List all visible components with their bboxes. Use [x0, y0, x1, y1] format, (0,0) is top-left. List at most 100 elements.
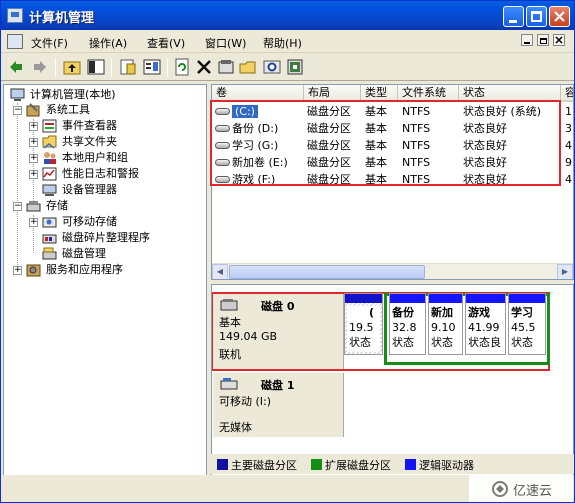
disk1-label[interactable]: 磁盘 1 可移动 (I:) 无媒体 [213, 373, 344, 437]
column-header-capacity[interactable]: 容 [561, 85, 573, 102]
partition-status: 状态 [392, 336, 414, 349]
tree-label-system-tools: 系统工具 [46, 103, 90, 116]
disk-icon [220, 299, 238, 311]
performance-icon [42, 167, 57, 181]
partition-title: 学习 [511, 306, 533, 319]
close-icon [554, 11, 565, 22]
partition-status: 状态 [511, 336, 533, 349]
partition-games[interactable]: 游戏 41.99 状态良 [465, 293, 506, 355]
mdi-minimize-button[interactable] [521, 34, 533, 46]
expand-icon[interactable]: + [13, 266, 22, 275]
volume-highlight-frame [210, 100, 561, 186]
disk-properties-icon[interactable] [217, 58, 235, 76]
search-icon[interactable] [263, 58, 281, 76]
properties-icon[interactable] [119, 58, 137, 76]
tree-node-shared-folders[interactable]: 共享文件夹 [40, 134, 205, 150]
refresh-icon[interactable] [173, 58, 191, 76]
menu-file[interactable]: 文件(F) [31, 35, 68, 51]
watermark-text: 亿速云 [513, 484, 553, 499]
collapse-icon[interactable]: − [13, 202, 22, 211]
tree-node-defrag[interactable]: 磁盘碎片整理程序 [40, 230, 205, 246]
legend-primary-label: 主要磁盘分区 [231, 459, 297, 472]
tree-node-event-viewer[interactable]: 事件查看器 [40, 118, 205, 134]
delete-icon[interactable] [195, 58, 213, 76]
expand-icon[interactable]: + [29, 170, 38, 179]
disk0-type: 基本 [219, 316, 241, 329]
mdi-close-button[interactable] [553, 34, 565, 46]
export-list-icon[interactable] [143, 58, 161, 76]
tree-label-services: 服务和应用程序 [46, 263, 123, 276]
volume-capacity: 4 [565, 139, 572, 152]
mdi-restore-button[interactable] [537, 34, 549, 46]
menu-action[interactable]: 操作(A) [89, 35, 127, 51]
mdi-close-icon [555, 36, 563, 44]
partition-new-volume[interactable]: 新加 9.10 状态 [428, 293, 463, 355]
computer-management-window: 计算机管理 文件(F) 操作(A) 查看(V) 窗口(W) 帮助(H) 计算机管… [0, 0, 575, 503]
horizontal-scrollbar[interactable]: ◀ ▶ [212, 263, 573, 279]
scroll-thumb[interactable] [229, 265, 425, 279]
volume-capacity: 3 [565, 122, 572, 135]
legend-logical-label: 逻辑驱动器 [419, 459, 474, 472]
tree-node-device-manager[interactable]: 设备管理器 [40, 182, 205, 198]
maximize-button[interactable] [526, 6, 547, 27]
tree-node-root[interactable]: 计算机管理(本地) [8, 87, 206, 103]
tree-node-system-tools[interactable]: 系统工具 [24, 102, 204, 118]
partition-backup[interactable]: 备份 32.8 状态 [389, 293, 426, 355]
back-arrow-icon[interactable] [7, 58, 25, 76]
partition-study[interactable]: 学习 45.5 状态 [508, 293, 546, 355]
disk1-type: 可移动 (I:) [219, 395, 272, 408]
watermark-logo-icon [492, 481, 508, 497]
tree-label-event-viewer: 事件查看器 [62, 119, 117, 132]
disk0-name: 磁盘 0 [261, 300, 295, 313]
volume-capacity: 4 [565, 173, 572, 186]
minimize-button[interactable] [503, 6, 524, 27]
tree-label-perf-logs: 性能日志和警报 [62, 167, 139, 180]
menu-view[interactable]: 查看(V) [147, 35, 185, 51]
legend-primary-swatch [217, 459, 228, 470]
disk0-label[interactable]: 磁盘 0 基本 149.04 GB 联机 [213, 294, 344, 369]
close-button[interactable] [549, 6, 570, 27]
partition-c[interactable]: ( 19.5 状态 [344, 293, 383, 355]
title-bar[interactable]: 计算机管理 [1, 1, 574, 30]
show-hide-tree-icon[interactable] [87, 58, 105, 76]
tree-node-services[interactable]: 服务和应用程序 [24, 262, 204, 278]
tree-node-disk-management[interactable]: 磁盘管理 [40, 246, 205, 262]
tree-node-local-users[interactable]: 本地用户和组 [40, 150, 205, 166]
computer-management-icon [7, 8, 23, 23]
expand-icon[interactable]: + [29, 122, 38, 131]
partition-status: 状态 [431, 336, 453, 349]
device-manager-icon [42, 184, 57, 196]
partition-status: 状态良 [468, 336, 501, 349]
expand-icon[interactable]: + [29, 154, 38, 163]
expand-icon[interactable]: + [29, 138, 38, 147]
forward-arrow-icon[interactable] [31, 58, 49, 76]
watermark: 亿速云 [469, 475, 573, 502]
tree-label-defrag: 磁盘碎片整理程序 [62, 231, 150, 244]
mmc-doc-icon[interactable] [7, 34, 23, 49]
partition-size: 32.8 [392, 321, 417, 334]
tree-label-local-users: 本地用户和组 [62, 151, 128, 164]
partition-title: ( [369, 306, 375, 319]
menu-help[interactable]: 帮助(H) [263, 35, 302, 51]
tree-label-root: 计算机管理(本地) [30, 88, 116, 101]
console-tree[interactable]: 计算机管理(本地) − 系统工具 + 事件查看器 + 共享文件夹 + 本地用户和… [3, 84, 207, 500]
legend-extended-label: 扩展磁盘分区 [325, 459, 391, 472]
scroll-right-icon[interactable]: ▶ [557, 264, 573, 279]
tree-node-removable[interactable]: 可移动存储 [40, 214, 205, 230]
tree-label-shared-folders: 共享文件夹 [62, 135, 117, 148]
expand-icon[interactable]: + [29, 218, 38, 227]
collapse-icon[interactable]: − [13, 106, 22, 115]
tree-node-perf-logs[interactable]: 性能日志和警报 [40, 166, 205, 182]
disk1-media: 无媒体 [219, 421, 252, 434]
help-icon[interactable] [286, 58, 304, 76]
scroll-left-icon[interactable]: ◀ [212, 264, 228, 279]
removable-storage-icon [42, 217, 57, 228]
partition-size: 41.99 [468, 321, 500, 334]
users-icon [44, 152, 56, 164]
removable-disk-icon [220, 378, 238, 390]
volume-capacity: 1 [565, 105, 572, 118]
open-icon[interactable] [239, 58, 257, 76]
tree-node-storage[interactable]: 存储 [24, 198, 204, 214]
up-folder-icon[interactable] [63, 58, 81, 76]
menu-window[interactable]: 窗口(W) [205, 35, 246, 51]
